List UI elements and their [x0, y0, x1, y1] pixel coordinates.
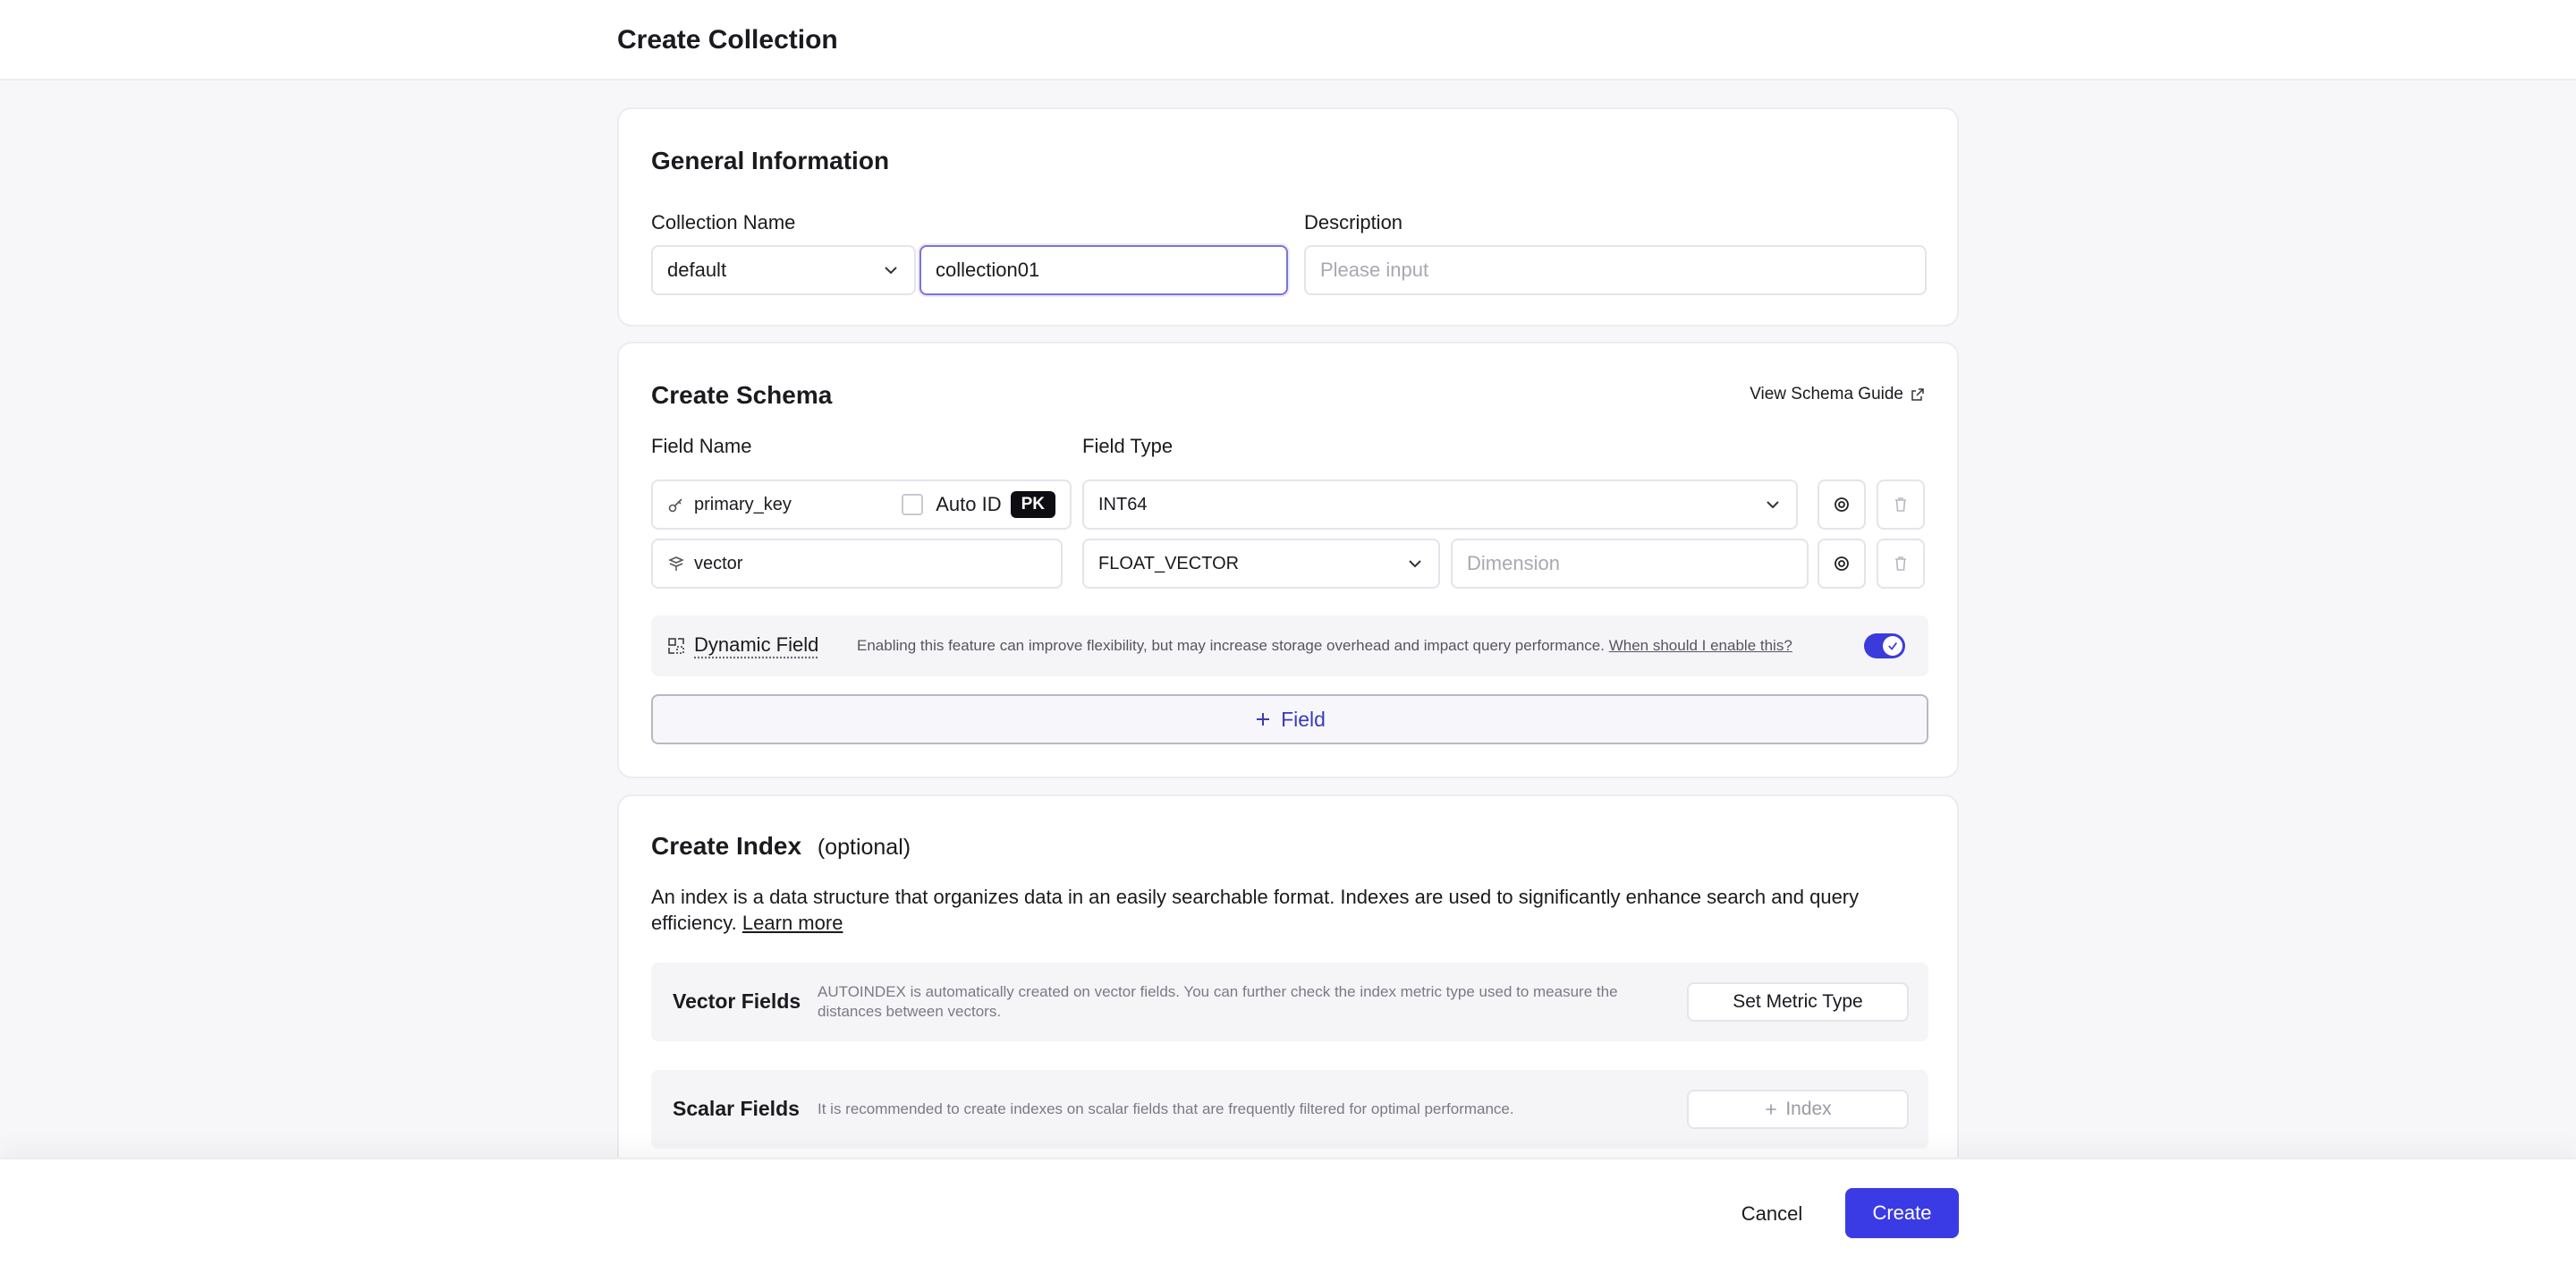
field-type-select-primary-key[interactable]: INT64 [1082, 480, 1798, 530]
dynamic-field-row: Dynamic Field Enabling this feature can … [651, 616, 1928, 676]
view-schema-guide-link[interactable]: View Schema Guide [1750, 385, 1925, 404]
create-index-title-text: Create Index [651, 832, 802, 860]
auto-id-label: Auto ID [936, 493, 1002, 515]
add-field-button[interactable]: Field [651, 694, 1928, 744]
field-name-input-primary-key[interactable]: primary_key Auto ID PK [651, 480, 1072, 530]
settings-icon [1835, 556, 1849, 571]
page-title: Create Collection [617, 25, 838, 55]
plus-icon [1766, 1104, 1776, 1115]
set-metric-type-button[interactable]: Set Metric Type [1687, 982, 1909, 1022]
field-settings-button[interactable] [1818, 539, 1866, 589]
general-information-card: General Information Collection Name defa… [617, 107, 1959, 327]
vector-fields-row: Vector Fields AUTOINDEX is automatically… [651, 963, 1928, 1041]
dimension-input[interactable]: Dimension [1451, 539, 1809, 589]
field-name-label: Field Name [651, 435, 752, 457]
external-link-icon [1911, 388, 1924, 401]
scalar-fields-label: Scalar Fields [673, 1097, 800, 1120]
dimension-placeholder: Dimension [1467, 552, 1560, 574]
add-index-label: Index [1785, 1099, 1832, 1119]
create-index-card: Create Index (optional) An index is a da… [617, 794, 1959, 1206]
chevron-down-icon [1767, 501, 1779, 509]
scalar-fields-row: Scalar Fields It is recommended to creat… [651, 1070, 1928, 1149]
collection-name-label: Collection Name [651, 211, 796, 233]
toggle-knob [1883, 636, 1902, 656]
field-type-value: INT64 [1098, 494, 1148, 514]
key-icon [668, 498, 682, 513]
collection-name-value: collection01 [936, 259, 1040, 281]
chevron-down-icon [1409, 560, 1421, 568]
footer-bar: Cancel Create [0, 1158, 2576, 1265]
dynamic-field-help-link[interactable]: When should I enable this? [1609, 637, 1792, 654]
field-name-value: vector [694, 553, 743, 573]
top-bar: Create Collection [0, 0, 2576, 81]
collection-name-input[interactable]: collection01 [919, 245, 1288, 295]
chevron-down-icon [885, 267, 897, 275]
cancel-button[interactable]: Cancel [1721, 1190, 1823, 1238]
trash-icon [1895, 497, 1906, 512]
check-icon [1888, 642, 1897, 650]
create-button[interactable]: Create [1845, 1188, 1959, 1238]
add-field-label: Field [1281, 707, 1326, 731]
description-label: Description [1304, 211, 1403, 233]
database-select-value: default [667, 259, 727, 281]
field-name-value: primary_key [694, 494, 792, 514]
scalar-fields-description: It is recommended to create indexes on s… [818, 1100, 1514, 1117]
auto-id-checkbox[interactable] [902, 494, 924, 515]
create-index-title: Create Index (optional) [651, 832, 911, 861]
vector-icon [668, 556, 684, 571]
field-type-value: FLOAT_VECTOR [1098, 553, 1240, 573]
index-description: An index is a data structure that organi… [651, 884, 1921, 936]
field-name-input-vector[interactable]: vector [651, 539, 1063, 589]
delete-field-button[interactable] [1877, 539, 1925, 589]
dynamic-field-description: Enabling this feature can improve flexib… [857, 637, 1792, 655]
general-information-title: General Information [651, 147, 890, 174]
delete-field-button[interactable] [1877, 480, 1925, 530]
learn-more-link[interactable]: Learn more [742, 912, 843, 934]
dynamic-field-toggle[interactable] [1864, 633, 1905, 658]
description-input[interactable]: Please input [1304, 245, 1927, 295]
field-settings-button[interactable] [1818, 480, 1866, 530]
description-placeholder: Please input [1320, 259, 1429, 281]
create-index-optional: (optional) [817, 835, 911, 860]
pk-badge: PK [1010, 491, 1055, 518]
plus-icon [1257, 713, 1270, 726]
field-type-select-vector[interactable]: FLOAT_VECTOR [1082, 539, 1440, 589]
database-select[interactable]: default [651, 245, 916, 295]
dynamic-field-icon [668, 638, 684, 654]
dynamic-field-label: Dynamic Field [694, 633, 819, 656]
vector-fields-label: Vector Fields [673, 989, 801, 1013]
settings-icon [1835, 497, 1849, 512]
view-schema-guide-label: View Schema Guide [1750, 385, 1903, 403]
vector-fields-description: AUTOINDEX is automatically created on ve… [818, 983, 1618, 1020]
trash-icon [1895, 556, 1906, 571]
dynamic-field-description-text: Enabling this feature can improve flexib… [857, 637, 1605, 654]
add-index-button[interactable]: Index [1687, 1090, 1909, 1129]
create-schema-title: Create Schema [651, 381, 833, 409]
create-schema-card: Create Schema View Schema Guide Field Na… [617, 342, 1959, 778]
field-type-label: Field Type [1082, 435, 1174, 457]
